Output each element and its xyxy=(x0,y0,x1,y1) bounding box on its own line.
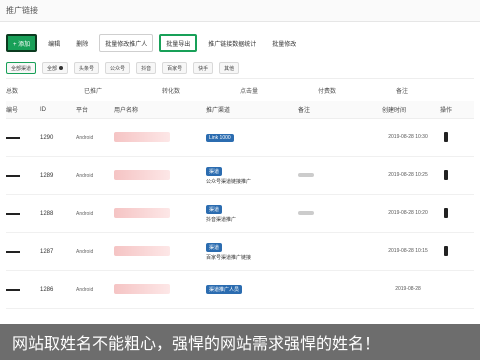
row-platform: Android xyxy=(76,286,94,293)
top-bar: 推广链接 xyxy=(0,0,480,22)
add-button[interactable]: + 添加 xyxy=(6,34,38,52)
row-platform: Android xyxy=(76,172,94,179)
caption-banner: 网站取姓名不能粗心，强悍的网站需求强悍的姓名！ xyxy=(0,324,480,360)
user-name-redacted xyxy=(114,169,170,180)
toolbar: + 添加 编辑 删除 批量修改推广人 批量导出 推广链接数据统计 批量修改 xyxy=(0,22,480,58)
row-date: 2019-08-28 10:30 xyxy=(388,134,428,140)
row-id: 1288 xyxy=(40,210,54,217)
summary-paid: 付费数 xyxy=(318,88,337,95)
channel-name: 百家号渠道推广链接 xyxy=(206,254,252,261)
edit-button[interactable]: 编辑 xyxy=(43,34,65,52)
page-title: 推广链接 xyxy=(6,6,38,15)
summary-note: 备注 xyxy=(396,88,409,95)
table-row[interactable]: 1287 Android 渠道百家号渠道推广链接 2019-08-28 10:1… xyxy=(6,233,474,271)
channel-tag: 渠道 xyxy=(206,166,223,176)
user-name-redacted xyxy=(114,283,170,294)
filter-other[interactable]: 其他 xyxy=(219,62,240,74)
user-name-redacted xyxy=(114,207,170,218)
col-note: 备注 xyxy=(298,108,311,114)
filter-wechat[interactable]: 公众号 xyxy=(105,62,131,74)
row-platform: Android xyxy=(76,210,94,217)
row-action-icon[interactable] xyxy=(444,169,448,180)
table-row[interactable]: 1288 Android 渠道抖音渠道推广 2019-08-28 10:20 xyxy=(6,195,474,233)
user-name-redacted xyxy=(114,245,170,256)
channel-name: 公众号渠道链接推广 xyxy=(206,178,252,185)
channel-tag: 渠道 xyxy=(206,242,223,252)
caption-text: 网站取姓名不能粗心，强悍的网站需求强悍的姓名！ xyxy=(12,334,381,353)
row-handle-icon[interactable] xyxy=(6,136,20,139)
stats-button[interactable]: 推广链接数据统计 xyxy=(203,34,261,52)
col-date: 创建时间 xyxy=(382,108,407,114)
batch-modify-promoter-button[interactable]: 批量修改推广人 xyxy=(99,34,154,52)
note-redacted xyxy=(298,172,314,177)
channel-tag: 渠道 xyxy=(206,204,223,214)
channel-tag: 渠道推广人员 xyxy=(206,285,243,294)
table-row[interactable]: 1290 Android Link 1000 2019-08-28 10:30 xyxy=(6,119,474,157)
summary-promoted: 已推广 xyxy=(84,88,103,95)
col-no: 编号 xyxy=(6,108,19,114)
summary-row: 总数 已推广 转化数 点击量 付费数 备注 xyxy=(0,79,480,101)
filter-kuaishou[interactable]: 快手 xyxy=(193,62,214,74)
row-date: 2019-08-28 10:20 xyxy=(388,210,428,216)
row-handle-icon[interactable] xyxy=(6,174,20,177)
filter-douyin[interactable]: 抖音 xyxy=(136,62,157,74)
row-handle-icon[interactable] xyxy=(6,212,20,215)
summary-clicks: 点击量 xyxy=(240,88,259,95)
row-date: 2019-08-28 10:15 xyxy=(388,248,428,254)
col-ops: 操作 xyxy=(439,108,452,114)
filter-toutiao[interactable]: 头条号 xyxy=(74,62,100,74)
col-platform: 平台 xyxy=(76,108,89,114)
table-header: 编号 ID 平台 用户名称 推广渠道 备注 创建时间 操作 xyxy=(6,101,474,119)
row-date: 2019-08-28 10:25 xyxy=(388,172,428,178)
row-date: 2019-08-28 xyxy=(395,286,421,292)
filter-baijia[interactable]: 百家号 xyxy=(162,62,188,74)
table-row[interactable]: 1289 Android 渠道公众号渠道链接推广 2019-08-28 10:2… xyxy=(6,157,474,195)
row-action-icon[interactable] xyxy=(444,245,448,256)
links-table: 编号 ID 平台 用户名称 推广渠道 备注 创建时间 操作 1290 Andro… xyxy=(6,101,474,309)
row-id: 1289 xyxy=(40,172,54,179)
table-row[interactable]: 1286 Android 渠道推广人员 2019-08-28 xyxy=(6,271,474,309)
filter-bar: 全部渠道 全部 头条号 公众号 抖音 百家号 快手 其他 xyxy=(0,58,480,78)
batch-export-button[interactable]: 批量导出 xyxy=(159,34,198,52)
channel-name: 抖音渠道推广 xyxy=(206,216,237,223)
summary-total: 总数 xyxy=(6,88,19,95)
row-action-icon[interactable] xyxy=(444,131,448,142)
delete-button[interactable]: 删除 xyxy=(71,34,93,52)
row-platform: Android xyxy=(76,134,94,141)
user-name-redacted xyxy=(114,131,170,142)
row-action-icon[interactable] xyxy=(444,207,448,218)
batch-edit-button[interactable]: 批量修改 xyxy=(267,34,301,52)
col-user: 用户名称 xyxy=(114,108,139,114)
col-id: ID xyxy=(40,106,46,113)
row-platform: Android xyxy=(76,248,94,255)
selected-dot-icon xyxy=(59,66,64,70)
channel-tag: Link 1000 xyxy=(206,133,234,142)
row-id: 1287 xyxy=(40,248,54,255)
summary-converted: 转化数 xyxy=(162,88,181,95)
filter-all[interactable]: 全部 xyxy=(42,62,69,74)
col-channel: 推广渠道 xyxy=(206,108,231,114)
filter-all-channels[interactable]: 全部渠道 xyxy=(6,62,37,74)
row-handle-icon[interactable] xyxy=(6,288,20,291)
note-redacted xyxy=(298,210,314,215)
row-id: 1286 xyxy=(40,286,54,293)
filter-all-label: 全部 xyxy=(47,65,58,72)
page: 推广链接 + 添加 编辑 删除 批量修改推广人 批量导出 推广链接数据统计 批量… xyxy=(0,0,480,360)
row-handle-icon[interactable] xyxy=(6,250,20,253)
row-id: 1290 xyxy=(40,134,54,141)
